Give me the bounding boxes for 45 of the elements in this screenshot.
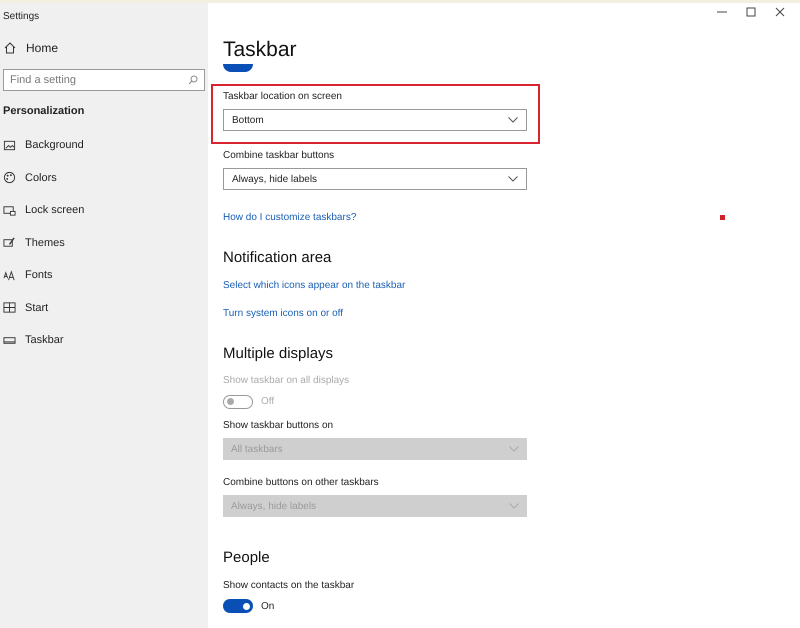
search-field[interactable]: Find a setting bbox=[3, 69, 205, 91]
field-label: Combine buttons on other taskbars bbox=[223, 476, 380, 490]
search-input[interactable]: Find a setting bbox=[10, 72, 188, 88]
chevron-down-icon bbox=[508, 117, 518, 123]
dropdown[interactable]: Bottom bbox=[223, 109, 527, 131]
toggle-state: On bbox=[261, 600, 274, 614]
section-heading: People bbox=[223, 548, 271, 568]
nav-item[interactable]: Lock screen bbox=[0, 194, 208, 226]
page-title: Taskbar bbox=[223, 37, 298, 63]
section-heading: Multiple displays bbox=[223, 344, 334, 364]
palette-icon bbox=[3, 171, 16, 184]
nav-item[interactable]: Colors bbox=[0, 162, 208, 194]
dropdown[interactable]: Always, hide labels bbox=[223, 168, 527, 190]
home-icon bbox=[4, 42, 16, 54]
lock-screen-icon bbox=[3, 204, 16, 217]
field-label: Show taskbar buttons on bbox=[223, 419, 334, 433]
maximize-icon[interactable] bbox=[745, 6, 757, 18]
section-heading: Personalization bbox=[2, 104, 86, 119]
section-heading: Notification area bbox=[223, 248, 332, 268]
toggle-state: Off bbox=[261, 395, 274, 409]
chevron-down-icon bbox=[509, 446, 519, 452]
letters-icon bbox=[3, 268, 16, 282]
brush-icon bbox=[3, 236, 16, 250]
window-title: Settings bbox=[2, 10, 40, 24]
field-label: Combine taskbar buttons bbox=[223, 149, 336, 163]
nav-item[interactable]: Background bbox=[0, 129, 208, 162]
link[interactable]: How do I customize taskbars? bbox=[223, 210, 356, 225]
nav-item[interactable]: Fonts bbox=[0, 259, 208, 292]
link[interactable]: Turn system icons on or off bbox=[223, 306, 344, 320]
tiles-icon bbox=[3, 301, 16, 314]
picture-icon bbox=[3, 138, 16, 152]
chevron-down-icon bbox=[508, 176, 518, 182]
link[interactable]: Select which icons appear on the taskbar bbox=[223, 278, 406, 292]
nav-item[interactable]: Themes bbox=[0, 226, 208, 259]
search-icon bbox=[188, 75, 198, 85]
annotation-marker bbox=[720, 215, 725, 220]
field-label: Show contacts on the taskbar bbox=[223, 578, 356, 592]
chevron-down-icon bbox=[509, 503, 519, 509]
field-label: Taskbar location on screen bbox=[223, 90, 343, 104]
nav-item[interactable]: Start bbox=[0, 292, 208, 324]
home-link[interactable]: Home bbox=[0, 31, 208, 65]
field-label: Show taskbar on all displays bbox=[223, 374, 350, 388]
close-icon[interactable] bbox=[774, 6, 786, 18]
nav-item[interactable]: Taskbar bbox=[0, 324, 208, 356]
toggle-switch[interactable] bbox=[223, 599, 253, 613]
